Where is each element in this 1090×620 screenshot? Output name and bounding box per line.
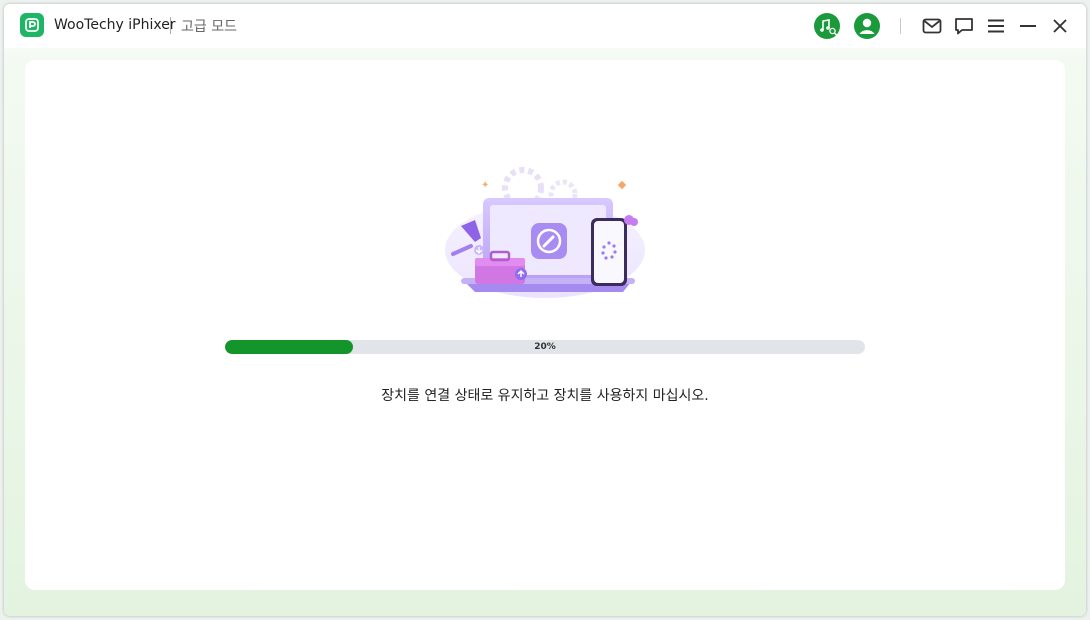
- close-icon[interactable]: [1047, 13, 1073, 39]
- app-window: WooTechy iPhixer 고급 모드 ✦ 20% 장치를 연결 상태로 …: [4, 4, 1086, 616]
- main-panel: ✦ 20% 장치를 연결 상태로 유지하고 장치를 사용하지 마십시오.: [25, 60, 1065, 590]
- svg-text:✦: ✦: [481, 180, 489, 191]
- progress-percent: 20%: [534, 342, 556, 352]
- mode-label: 고급 모드: [181, 19, 237, 35]
- user-account-icon[interactable]: [854, 13, 880, 39]
- music-search-icon[interactable]: [814, 13, 840, 39]
- app-name: WooTechy iPhixer: [54, 17, 176, 33]
- toolbar-divider: [900, 18, 901, 34]
- feedback-icon[interactable]: [951, 13, 977, 39]
- status-message: 장치를 연결 상태로 유지하고 장치를 사용하지 마십시오.: [381, 388, 709, 404]
- minimize-icon[interactable]: [1015, 13, 1041, 39]
- app-logo-icon: [20, 13, 44, 37]
- title-divider: [170, 17, 171, 34]
- title-bar: WooTechy iPhixer 고급 모드: [4, 4, 1086, 48]
- progress-bar: 20%: [225, 340, 865, 354]
- mail-icon[interactable]: [919, 13, 945, 39]
- repair-illustration: ✦: [435, 150, 655, 302]
- menu-icon[interactable]: [983, 13, 1009, 39]
